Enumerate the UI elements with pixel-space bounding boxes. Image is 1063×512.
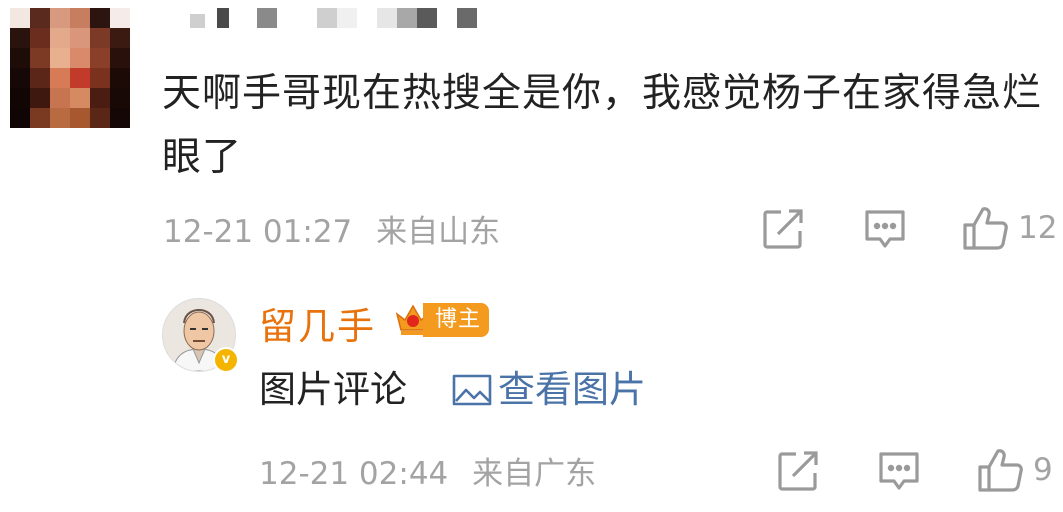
username-pixelated[interactable] (170, 8, 477, 28)
author-name[interactable]: 留几手 (259, 296, 376, 350)
timestamp: 12-21 01:27 (163, 214, 353, 250)
image-icon (452, 374, 492, 406)
like-button[interactable]: 12 (962, 205, 1057, 251)
like-button[interactable]: 9 (977, 447, 1053, 493)
comment-meta: 12-21 01:27 来自山东 (163, 206, 500, 251)
comment-icon (879, 452, 919, 490)
avatar-pixelated[interactable] (10, 8, 130, 128)
verified-icon: v (213, 347, 239, 373)
comment-text: 天啊手哥现在热搜全是你，我感觉杨子在家得急烂眼了 (162, 71, 1043, 180)
share-button[interactable] (761, 207, 805, 255)
like-icon (978, 449, 1023, 492)
view-image-label: 查看图片 (498, 368, 646, 411)
comment-icon (865, 210, 905, 248)
like-icon (963, 207, 1008, 250)
reply-text: 图片评论 (259, 368, 407, 411)
view-image-link[interactable]: 查看图片 (452, 362, 646, 418)
reply-meta: 12-21 02:44 来自广东 (259, 448, 596, 493)
share-button[interactable] (776, 449, 820, 497)
share-icon (763, 209, 803, 249)
timestamp: 12-21 02:44 (259, 456, 449, 492)
badge-label: 博主 (423, 303, 490, 337)
reply-button[interactable] (877, 449, 921, 497)
like-count: 9 (1033, 452, 1053, 488)
location: 来自山东 (376, 214, 501, 250)
blogger-badge: 博主 (393, 300, 490, 340)
share-icon (778, 451, 818, 491)
reply-button[interactable] (863, 207, 907, 255)
like-count: 12 (1018, 210, 1058, 246)
location: 来自广东 (472, 456, 597, 492)
